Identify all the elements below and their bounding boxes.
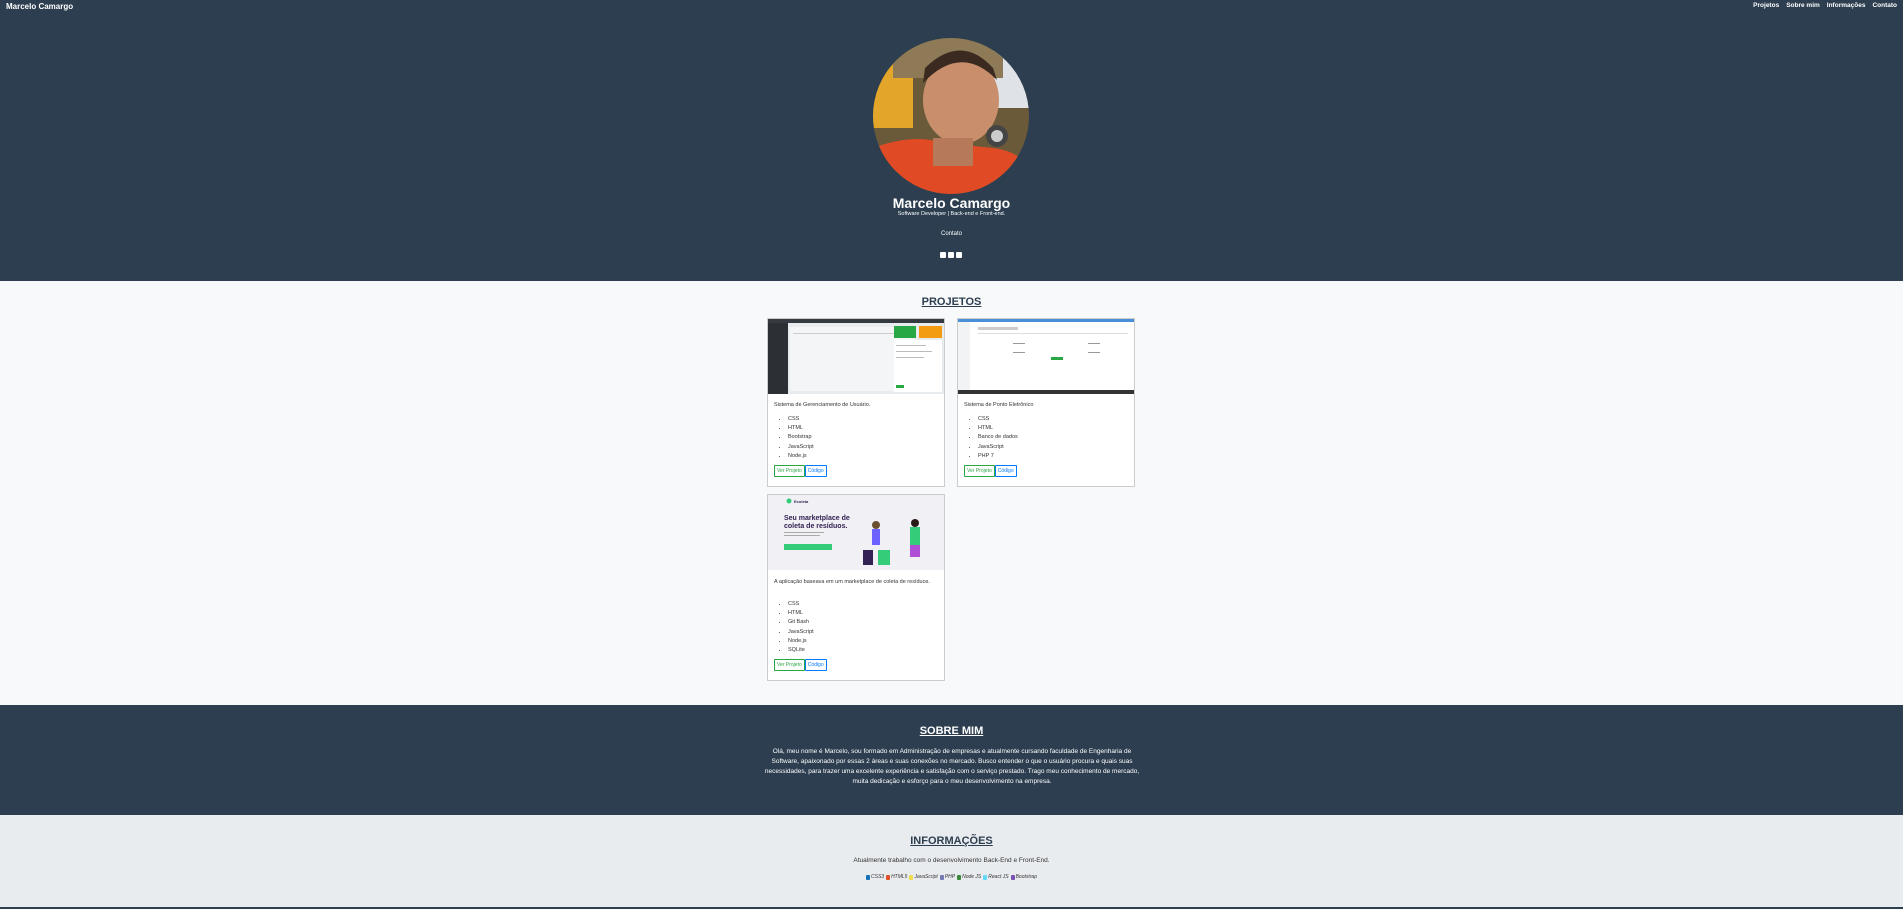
- hero-section: Marcelo Camargo Software Developer | Bac…: [0, 14, 1903, 280]
- card-buttons: Ver Projeto Código: [774, 659, 827, 671]
- hero-name: Marcelo Camargo: [892, 195, 1011, 211]
- info-title: INFORMAÇÕES: [910, 835, 993, 847]
- nav-link-contato[interactable]: Contato: [1872, 2, 1897, 9]
- svg-text:Seu marketplace de: Seu marketplace de: [784, 515, 850, 522]
- react-icon: [983, 874, 988, 880]
- tech-item: SQLite: [788, 646, 814, 655]
- tech-item: JavaScript: [788, 443, 814, 452]
- projects-section: PROJETOS Sistema de Gerenciamento de Usu…: [0, 281, 1903, 705]
- tech-badge-label: JavaScript: [914, 874, 938, 880]
- tech-badge: React JS: [983, 874, 1009, 880]
- svg-text:coleta de resíduos.: coleta de resíduos.: [784, 523, 847, 530]
- tech-item: HTML: [978, 424, 1018, 433]
- nav-link-informacoes[interactable]: Informações: [1827, 2, 1866, 9]
- tech-item: JavaScript: [978, 443, 1018, 452]
- tech-list: CSS HTML Banco de dados JavaScript PHP 7: [964, 415, 1018, 461]
- tech-badge: HTML5: [886, 874, 907, 880]
- about-text: Olá, meu nome é Marcelo, sou formado em …: [764, 748, 1140, 785]
- tech-badge-label: HTML5: [891, 874, 908, 880]
- nodejs-icon: [957, 874, 962, 880]
- view-project-button[interactable]: Ver Projeto: [964, 465, 995, 477]
- html5-icon: [886, 874, 891, 880]
- brand-link[interactable]: Marcelo Camargo: [6, 2, 73, 11]
- tech-item: Node.js: [788, 637, 814, 646]
- projects-title: PROJETOS: [921, 296, 982, 308]
- code-button[interactable]: Código: [804, 465, 827, 477]
- project-title: Sistema de Gerenciamento de Usuário.: [774, 402, 871, 408]
- project-thumbnail: Ecoleta Seu marketplace de coleta de res…: [768, 495, 944, 570]
- navbar: Marcelo Camargo Projetos Sobre mim Infor…: [0, 0, 1903, 14]
- code-button[interactable]: Código: [994, 465, 1017, 477]
- tech-item: JavaScript: [788, 628, 814, 637]
- tech-badge: PHP: [939, 874, 956, 880]
- tech-item: Banco de dados: [978, 433, 1018, 442]
- instagram-icon[interactable]: [956, 252, 962, 258]
- card-buttons: Ver Projeto Código: [774, 465, 827, 477]
- social-links: [940, 252, 962, 258]
- tech-badge: Node JS: [957, 874, 981, 880]
- view-project-button[interactable]: Ver Projeto: [774, 465, 805, 477]
- tech-badges: CSS3 HTML5 JavaScript PHP Node JS React …: [0, 874, 1903, 880]
- project-thumbnail: [768, 319, 944, 394]
- about-title: SOBRE MIM: [919, 725, 984, 737]
- about-section: SOBRE MIM Olá, meu nome é Marcelo, sou f…: [0, 705, 1903, 815]
- php-icon: [939, 874, 944, 880]
- tech-item: CSS: [788, 600, 814, 609]
- tech-item: Node.js: [788, 452, 814, 461]
- tech-badge-label: Bootstrap: [1015, 874, 1037, 880]
- nav-links: Projetos Sobre mim Informações Contato: [1753, 2, 1897, 9]
- linkedin-icon[interactable]: [940, 252, 946, 258]
- project-thumbnail: [958, 319, 1134, 394]
- tech-item: CSS: [978, 415, 1018, 424]
- tech-badge: Bootstrap: [1010, 874, 1037, 880]
- project-title: A aplicação baseava em um marketplace de…: [774, 579, 930, 585]
- tech-badge-label: PHP: [944, 874, 956, 880]
- tech-list: CSS HTML Bootstrap JavaScript Node.js: [774, 415, 814, 461]
- project-card: Sistema de Ponto Eletrônico CSS HTML Ban…: [957, 318, 1135, 487]
- nav-link-sobre-mim[interactable]: Sobre mim: [1786, 2, 1820, 9]
- nav-link-projetos[interactable]: Projetos: [1753, 2, 1779, 9]
- tech-badge: CSS3: [866, 874, 884, 880]
- project-card: Sistema de Gerenciamento de Usuário. CSS…: [767, 318, 945, 487]
- thumb-logo: Ecoleta: [794, 499, 809, 504]
- hero-subtitle: Software Developer | Back-end e Front-en…: [897, 211, 1006, 217]
- css3-icon: [866, 874, 870, 880]
- tech-item: Git Bash: [788, 618, 814, 627]
- contact-link[interactable]: Contato: [0, 231, 1903, 237]
- view-project-button[interactable]: Ver Projeto: [774, 659, 805, 671]
- github-icon[interactable]: [948, 252, 954, 258]
- avatar: [873, 38, 1029, 194]
- javascript-icon: [909, 874, 914, 880]
- tech-item: CSS: [788, 415, 814, 424]
- code-button[interactable]: Código: [804, 659, 827, 671]
- info-section: INFORMAÇÕES Atualmente trabalho com o de…: [0, 815, 1903, 907]
- project-card: Ecoleta Seu marketplace de coleta de res…: [767, 494, 945, 681]
- bootstrap-icon: [1010, 874, 1015, 880]
- tech-badge-label: Node JS: [962, 874, 982, 880]
- project-title: Sistema de Ponto Eletrônico: [964, 402, 1034, 408]
- info-text: Atualmente trabalho com o desenvolviment…: [853, 857, 1050, 864]
- tech-item: PHP 7: [978, 452, 1018, 461]
- tech-item: HTML: [788, 424, 814, 433]
- tech-item: HTML: [788, 609, 814, 618]
- tech-badge-label: CSS3: [871, 874, 885, 880]
- tech-badge-label: React JS: [988, 874, 1009, 880]
- tech-item: Bootstrap: [788, 433, 814, 442]
- tech-badge: JavaScript: [909, 874, 938, 880]
- card-buttons: Ver Projeto Código: [964, 465, 1017, 477]
- tech-list: CSS HTML Git Bash JavaScript Node.js SQL…: [774, 600, 814, 655]
